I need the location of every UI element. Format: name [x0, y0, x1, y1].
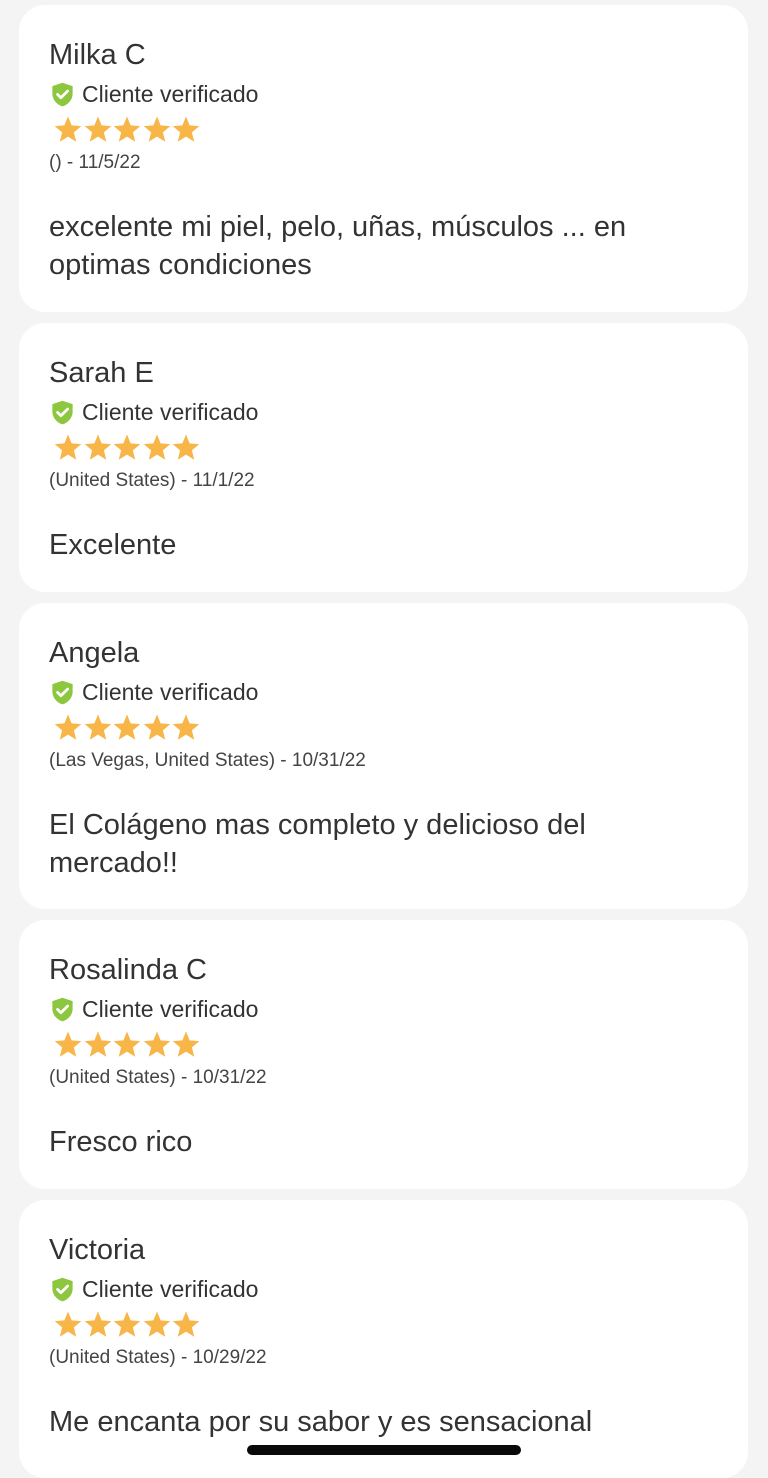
- verified-label: Cliente verificado: [82, 81, 259, 107]
- verified-label: Cliente verificado: [82, 399, 259, 425]
- review-card: Sarah E Cliente verificado (United State…: [19, 323, 748, 592]
- reviewer-name: Rosalinda C: [49, 954, 207, 986]
- home-indicator[interactable]: [247, 1445, 521, 1455]
- star-icon: [83, 1030, 113, 1060]
- verified-badge: Cliente verificado: [49, 678, 258, 706]
- review-location-date: () - 11/5/22: [49, 152, 141, 173]
- verified-badge: Cliente verificado: [49, 80, 258, 108]
- review-location-date: (United States) - 11/1/22: [49, 470, 255, 491]
- star-icon: [142, 713, 172, 743]
- star-rating: [53, 713, 201, 745]
- review-text: Me encanta por su sabor y es sensacional: [49, 1406, 593, 1438]
- reviewer-name: Sarah E: [49, 357, 154, 389]
- review-text: Excelente: [49, 529, 177, 561]
- star-icon: [112, 713, 142, 743]
- reviewer-name: Milka C: [49, 39, 146, 71]
- reviewer-name: Victoria: [49, 1234, 146, 1266]
- reviewer-name: Angela: [49, 637, 140, 669]
- review-text: El Colágeno mas completo y delicioso del…: [49, 809, 586, 879]
- review-location-date: (United States) - 10/31/22: [49, 1067, 267, 1088]
- review-location-date: (United States) - 10/29/22: [49, 1347, 267, 1368]
- star-icon: [142, 1030, 172, 1060]
- review-card: Rosalinda C Cliente verificado (United S…: [19, 920, 748, 1189]
- star-rating: [53, 115, 201, 147]
- review-card: Victoria Cliente verificado (United Stat…: [19, 1200, 748, 1478]
- shield-check-icon: [49, 996, 76, 1023]
- star-icon: [53, 713, 83, 743]
- verified-badge: Cliente verificado: [49, 1275, 258, 1303]
- star-icon: [171, 1030, 201, 1060]
- star-icon: [53, 1310, 83, 1340]
- star-icon: [83, 115, 113, 145]
- star-icon: [171, 713, 201, 743]
- star-icon: [53, 1030, 83, 1060]
- shield-check-icon: [49, 81, 76, 108]
- shield-check-icon: [49, 679, 76, 706]
- review-text: excelente mi piel, pelo, uñas, músculos …: [49, 211, 627, 281]
- verified-label: Cliente verificado: [82, 679, 259, 705]
- star-icon: [112, 1310, 142, 1340]
- review-text: Fresco rico: [49, 1126, 193, 1158]
- star-icon: [83, 433, 113, 463]
- star-icon: [142, 433, 172, 463]
- shield-check-icon: [49, 1276, 76, 1303]
- verified-label: Cliente verificado: [82, 996, 259, 1022]
- star-icon: [171, 115, 201, 145]
- review-card: Milka C Cliente verificado () - 11/5/22 …: [19, 5, 748, 312]
- verified-label: Cliente verificado: [82, 1276, 259, 1302]
- star-rating: [53, 1030, 201, 1062]
- review-card: Angela Cliente verificado (Las Vegas, Un…: [19, 603, 748, 909]
- star-icon: [83, 713, 113, 743]
- star-icon: [171, 1310, 201, 1340]
- verified-badge: Cliente verificado: [49, 995, 258, 1023]
- verified-badge: Cliente verificado: [49, 398, 258, 426]
- reviews-list: Milka C Cliente verificado () - 11/5/22 …: [0, 0, 768, 1478]
- star-icon: [53, 115, 83, 145]
- star-icon: [112, 433, 142, 463]
- star-icon: [171, 433, 201, 463]
- star-icon: [83, 1310, 113, 1340]
- star-rating: [53, 1310, 201, 1342]
- shield-check-icon: [49, 399, 76, 426]
- star-icon: [53, 433, 83, 463]
- star-icon: [112, 1030, 142, 1060]
- star-icon: [112, 115, 142, 145]
- star-rating: [53, 433, 201, 465]
- star-icon: [142, 1310, 172, 1340]
- review-location-date: (Las Vegas, United States) - 10/31/22: [49, 750, 366, 771]
- star-icon: [142, 115, 172, 145]
